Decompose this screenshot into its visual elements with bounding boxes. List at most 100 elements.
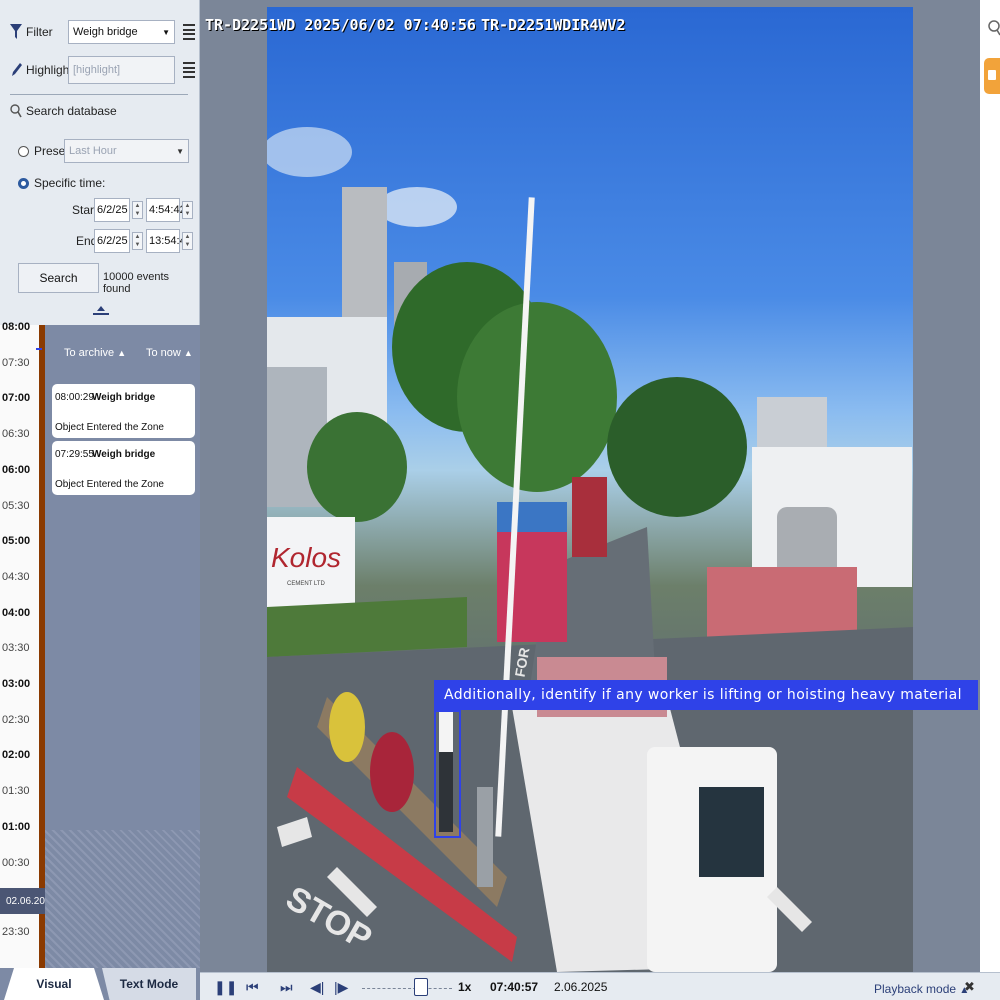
chevron-down-icon: ▼ [162, 27, 170, 37]
triangle-up-icon: ▲ [183, 348, 193, 358]
tab-text-mode[interactable]: Text Mode [102, 968, 196, 1000]
start-label: Start: [72, 203, 101, 217]
preset-label: Preset: [34, 144, 73, 158]
end-date-spinner[interactable]: ▲ ▼ [132, 232, 143, 250]
start-date-value: 6/2/25 [97, 204, 128, 216]
search-database-label: Search database [26, 104, 117, 118]
event-name: Weigh bridge [92, 392, 156, 403]
timeline-tick: 03:00 [2, 678, 31, 690]
timeline-tick: 05:00 [2, 535, 31, 548]
speed-slider-track[interactable] [362, 988, 452, 989]
preset-select[interactable]: Last Hour ▼ [64, 139, 189, 163]
to-now-label: To now [146, 347, 181, 359]
highlight-row: Highlight [highlight] [10, 56, 195, 84]
timeline-tick: 05:30 [2, 499, 30, 512]
end-time-input[interactable]: 13:54:42 [146, 229, 192, 253]
start-date-spinner[interactable]: ▲ ▼ [132, 201, 143, 219]
filter-row: Filter Weigh bridge ▼ [10, 20, 195, 44]
empty-region [45, 830, 200, 968]
event-time: 07:29:55 [55, 449, 94, 460]
timeline-tick: 04:00 [2, 606, 31, 619]
camera-video-feed[interactable]: STOP FOR Kolos CEMENT LTD [267, 7, 913, 972]
company-sign-text: Kolos [271, 542, 341, 573]
timeline-tick: 02:00 [2, 749, 31, 762]
end-row: End: 6/2/25 ▲ ▼ 13:54:42 ▲ ▼ [76, 229, 193, 253]
timeline-tick: 02:30 [2, 713, 30, 726]
events-found-text: 10000 events found [103, 271, 170, 295]
timeline-tick: 04:30 [2, 570, 30, 583]
timeline-scale[interactable]: 02.06.2025 23:30 08:00 07:30 07:00 06:30 06:… [0, 321, 56, 968]
end-date-value: 6/2/25 [97, 235, 128, 247]
timeline-tick: 08:00 [2, 321, 31, 333]
timeline-tick: 23:30 [2, 926, 30, 938]
search-database-row[interactable]: Search database [10, 104, 117, 118]
start-time-spinner[interactable]: ▲ ▼ [182, 201, 193, 219]
end-label: End: [76, 234, 101, 248]
search-button[interactable]: Search [18, 263, 99, 293]
chevron-down-icon: ▼ [176, 146, 184, 156]
start-date-input[interactable]: 6/2/25 [94, 198, 130, 222]
event-time: 08:00:29 [55, 392, 94, 403]
playback-toolbar: ❚❚ ⏮ ⏭ ◀| |▶ 1x 07:40:57 2.06.2025 Playb… [200, 972, 1000, 1000]
funnel-icon [10, 24, 22, 39]
playback-mode-button[interactable]: Playback mode ▲ [874, 982, 969, 996]
specific-time-row: Specific time: [18, 176, 105, 190]
pause-icon[interactable]: ❚❚ [214, 979, 237, 996]
end-date-input[interactable]: 6/2/25 [94, 229, 130, 253]
company-sign-subtext: CEMENT LTD [287, 581, 325, 587]
speed-value: 1x [458, 980, 472, 994]
preset-select-value: Last Hour [69, 145, 117, 157]
step-forward-icon[interactable]: |▶ [334, 979, 348, 996]
filter-menu-icon[interactable] [183, 24, 195, 40]
event-card[interactable]: 08:00:29 Weigh bridge Object Entered the… [52, 384, 195, 438]
highlight-input[interactable]: [highlight] [68, 56, 175, 84]
app-window: Filter Weigh bridge ▼ Highlight [highlig… [0, 0, 1000, 1000]
event-description: Object Entered the Zone [55, 422, 164, 433]
timeline-tick: 07:30 [2, 356, 30, 369]
specific-time-label: Specific time: [34, 176, 106, 190]
preset-row: Preset: Last Hour ▼ [18, 139, 189, 163]
camera-icon[interactable] [984, 58, 1000, 94]
ai-caption-banner: Additionally, identify if any worker is … [434, 680, 1000, 710]
camera-scene: STOP FOR Kolos CEMENT LTD [267, 127, 913, 972]
start-time-value: 4:54:42 [149, 204, 186, 216]
specific-time-radio[interactable] [18, 177, 29, 189]
detection-box [434, 710, 461, 838]
camera-osd-timestamp: TR-D2251WD 2025/06/02 07:40:56 [205, 16, 476, 34]
end-time-spinner[interactable]: ▲ ▼ [182, 232, 193, 250]
timeline-tick: 07:00 [2, 392, 31, 405]
start-time-input[interactable]: 4:54:42 [146, 198, 186, 222]
preset-radio[interactable] [18, 145, 29, 157]
event-name: Weigh bridge [92, 449, 156, 460]
speed-slider-handle[interactable] [414, 978, 428, 996]
to-archive-button[interactable]: To archive ▲ [64, 347, 126, 359]
playback-date: 2.06.2025 [554, 980, 608, 994]
search-icon [10, 104, 22, 118]
step-back-icon[interactable]: ◀| [310, 979, 324, 996]
event-card[interactable]: 07:29:55 Weigh bridge Object Entered the… [52, 441, 195, 495]
skip-end-icon[interactable]: ⏭ [280, 979, 293, 996]
start-row: Start: 6/2/25 ▲ ▼ 4:54:42 ▲ ▼ [72, 198, 193, 222]
view-tabs: Visual Text Mode [0, 968, 200, 1000]
events-list: To archive ▲ To now ▲ 08:00:29 Weigh bri… [45, 325, 200, 968]
camera-osd-name: TR-D2251WDIR4WV2 [481, 16, 626, 34]
tab-visual[interactable]: Visual [4, 968, 104, 1000]
filter-select[interactable]: Weigh bridge ▼ [68, 20, 175, 44]
pencil-icon [12, 63, 22, 76]
to-now-button[interactable]: To now ▲ [146, 347, 193, 359]
timeline-date-marker: 02.06.2025 [0, 888, 56, 914]
playback-mode-label: Playback mode [874, 982, 957, 996]
skip-start-icon[interactable]: ⏮ [246, 979, 259, 996]
close-icon[interactable]: ✖ [964, 979, 975, 995]
filter-panel: Filter Weigh bridge ▼ Highlight [highlig… [0, 0, 200, 325]
timeline-cursor [36, 348, 42, 350]
highlight-menu-icon[interactable] [183, 62, 195, 78]
search-icon[interactable] [988, 20, 1000, 36]
right-side-panel [978, 0, 1000, 972]
to-archive-label: To archive [64, 347, 115, 359]
highlight-label: Highlight [26, 63, 73, 77]
collapse-panel-icon[interactable] [92, 305, 110, 317]
triangle-up-icon: ▲ [117, 348, 127, 358]
timeline-tick: 01:30 [2, 785, 30, 798]
filter-select-value: Weigh bridge [73, 26, 138, 38]
